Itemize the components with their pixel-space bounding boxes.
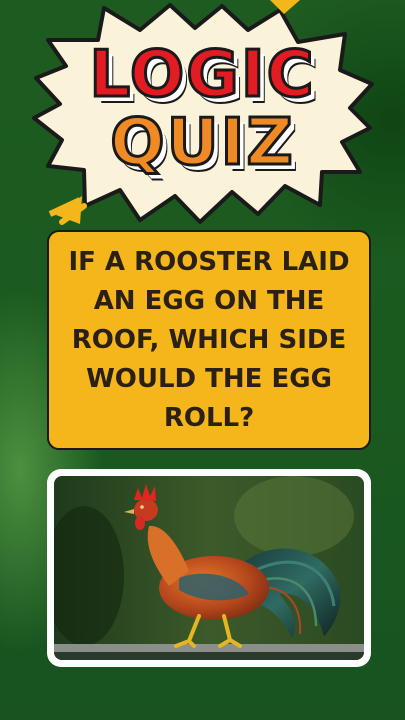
question-text: IF A ROOSTER LAID AN EGG ON THE ROOF, WH… [68,246,350,433]
question-card: IF A ROOSTER LAID AN EGG ON THE ROOF, WH… [47,230,371,450]
perch-shadow [54,652,364,660]
photo-frame [47,469,371,667]
bokeh-light [234,476,354,556]
rooster-photo [54,476,364,660]
title-quiz: QUIZ [109,105,295,182]
rooster-wattle [135,516,145,530]
rooster-eye [140,505,144,509]
title-logic: LOGIC [88,37,316,114]
